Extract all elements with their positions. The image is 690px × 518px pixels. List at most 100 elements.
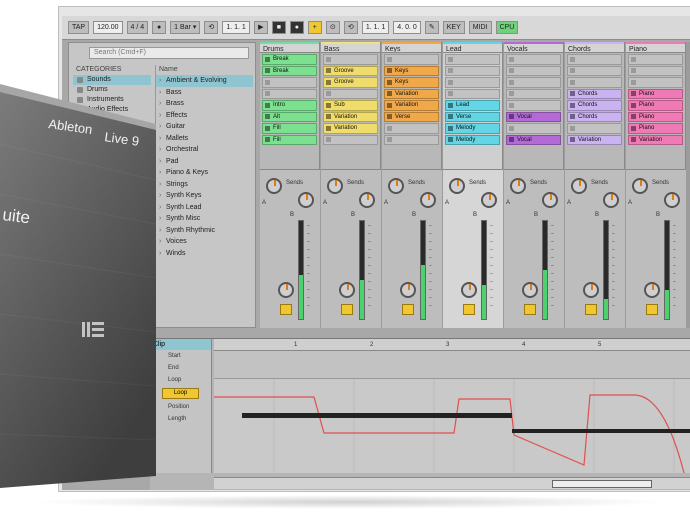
send-knob[interactable] [664, 192, 680, 208]
clip-slot[interactable]: Chords [567, 111, 622, 122]
empty-clip-slot[interactable] [567, 123, 622, 134]
track-activator-button[interactable] [524, 304, 536, 315]
empty-clip-slot[interactable] [506, 123, 561, 134]
scroll-thumb[interactable] [552, 480, 652, 488]
clip-slot[interactable]: Variation [628, 134, 683, 145]
tempo-field[interactable]: 120.00 [93, 21, 123, 34]
empty-clip-slot[interactable] [445, 65, 500, 76]
pan-knob[interactable] [583, 282, 599, 298]
send-knob[interactable] [327, 178, 343, 194]
empty-clip-slot[interactable] [323, 134, 378, 145]
send-knob[interactable] [542, 192, 558, 208]
track-title[interactable]: Vocals [504, 42, 563, 53]
clip-end-row[interactable]: End [150, 362, 211, 374]
send-knob[interactable] [266, 178, 282, 194]
track-title[interactable]: Lead [443, 42, 502, 53]
empty-clip-slot[interactable] [567, 65, 622, 76]
clip-slot[interactable]: Variation [323, 123, 378, 134]
clip-slot[interactable]: Keys [384, 65, 439, 76]
clip-start-row[interactable]: Start [150, 350, 211, 362]
quantize-menu[interactable]: 1 Bar ▾ [170, 21, 201, 34]
browser-item[interactable]: Synth Keys [156, 190, 253, 202]
send-knob[interactable] [420, 192, 436, 208]
horizontal-scrollbar[interactable] [214, 477, 690, 489]
clip-slot[interactable]: Vocal [506, 111, 561, 122]
timeline-ruler[interactable]: 1 2 3 4 5 [214, 339, 690, 351]
track-activator-button[interactable] [341, 304, 353, 315]
pan-knob[interactable] [339, 282, 355, 298]
send-knob[interactable] [603, 192, 619, 208]
empty-clip-slot[interactable] [384, 134, 439, 145]
browser-item[interactable]: Brass [156, 98, 253, 110]
empty-clip-slot[interactable] [506, 100, 561, 111]
loop-start-field[interactable]: 1. 1. 1 [361, 21, 390, 34]
position-field[interactable]: 1. 1. 1 [222, 21, 250, 34]
clip-slot[interactable]: Melody [445, 134, 500, 145]
browser-item[interactable]: Synth Lead [156, 202, 253, 214]
browser-item[interactable]: Orchestral [156, 144, 253, 156]
clip-slot[interactable]: Intro [262, 100, 317, 111]
browser-item[interactable]: Mallets [156, 133, 253, 145]
clip-slot[interactable]: Fill [262, 134, 317, 145]
browser-item[interactable]: Strings [156, 179, 253, 191]
tap-button[interactable]: TAP [68, 21, 90, 34]
track-title[interactable]: Bass [321, 42, 380, 53]
overdub-button[interactable]: + [307, 21, 322, 34]
send-knob[interactable] [359, 192, 375, 208]
browser-item[interactable]: Bass [156, 87, 253, 99]
metronome-button[interactable]: ● [152, 21, 167, 34]
empty-clip-slot[interactable] [262, 88, 317, 99]
clip-slot[interactable]: Chords [567, 100, 622, 111]
follow-button[interactable]: ⟲ [204, 21, 219, 34]
empty-clip-slot[interactable] [628, 54, 683, 65]
track-activator-button[interactable] [280, 304, 292, 315]
clip-slot[interactable]: Lead [445, 100, 500, 111]
empty-clip-slot[interactable] [506, 65, 561, 76]
automation-button[interactable]: ⊙ [325, 21, 340, 34]
clip-slot[interactable]: Fill [262, 123, 317, 134]
clip-slot[interactable]: Verse [445, 111, 500, 122]
empty-clip-slot[interactable] [628, 65, 683, 76]
browser-item[interactable]: Ambient & Evolving [156, 75, 253, 87]
signature-field[interactable]: 4 / 4 [126, 21, 149, 34]
clip-slot[interactable]: Piano [628, 100, 683, 111]
track-title[interactable]: Keys [382, 42, 441, 53]
browser-item[interactable]: Synth Rhythmic [156, 225, 253, 237]
clip-slot[interactable]: Sub [323, 100, 378, 111]
send-knob[interactable] [481, 192, 497, 208]
automation-editor[interactable] [214, 379, 690, 474]
track-activator-button[interactable] [402, 304, 414, 315]
browser-item[interactable]: Voices [156, 236, 253, 248]
clip-slot[interactable]: Groove [323, 65, 378, 76]
track-activator-button[interactable] [646, 304, 658, 315]
clip-slot[interactable]: Break [262, 65, 317, 76]
empty-clip-slot[interactable] [506, 54, 561, 65]
draw-mode-button[interactable]: ✎ [424, 21, 439, 34]
pan-knob[interactable] [461, 282, 477, 298]
browser-search-input[interactable]: Search (Cmd+F) [89, 47, 249, 59]
track-title[interactable]: Chords [565, 42, 624, 53]
clip-slot[interactable]: Variation [323, 111, 378, 122]
browser-item[interactable]: Effects [156, 110, 253, 122]
midi-map-button[interactable]: MIDI [468, 21, 492, 34]
clip-position-row[interactable]: Position [150, 401, 211, 413]
pan-knob[interactable] [278, 282, 294, 298]
clip-slot[interactable]: Alt [262, 111, 317, 122]
clip-slot[interactable]: Piano [628, 88, 683, 99]
browser-item[interactable]: Winds [156, 248, 253, 260]
send-knob[interactable] [298, 192, 314, 208]
key-map-button[interactable]: KEY [442, 21, 465, 34]
empty-clip-slot[interactable] [506, 77, 561, 88]
empty-clip-slot[interactable] [323, 54, 378, 65]
empty-clip-slot[interactable] [262, 77, 317, 88]
clip-slot[interactable]: Vocal [506, 134, 561, 145]
pan-knob[interactable] [644, 282, 660, 298]
clip-length-row[interactable]: Length [150, 413, 211, 425]
empty-clip-slot[interactable] [323, 88, 378, 99]
clip-slot[interactable]: Break [262, 54, 317, 65]
clip-loop-row[interactable]: Loop [150, 374, 211, 386]
record-button[interactable]: ● [289, 21, 304, 34]
browser-item[interactable]: Pad [156, 156, 253, 168]
empty-clip-slot[interactable] [384, 123, 439, 134]
pan-knob[interactable] [400, 282, 416, 298]
